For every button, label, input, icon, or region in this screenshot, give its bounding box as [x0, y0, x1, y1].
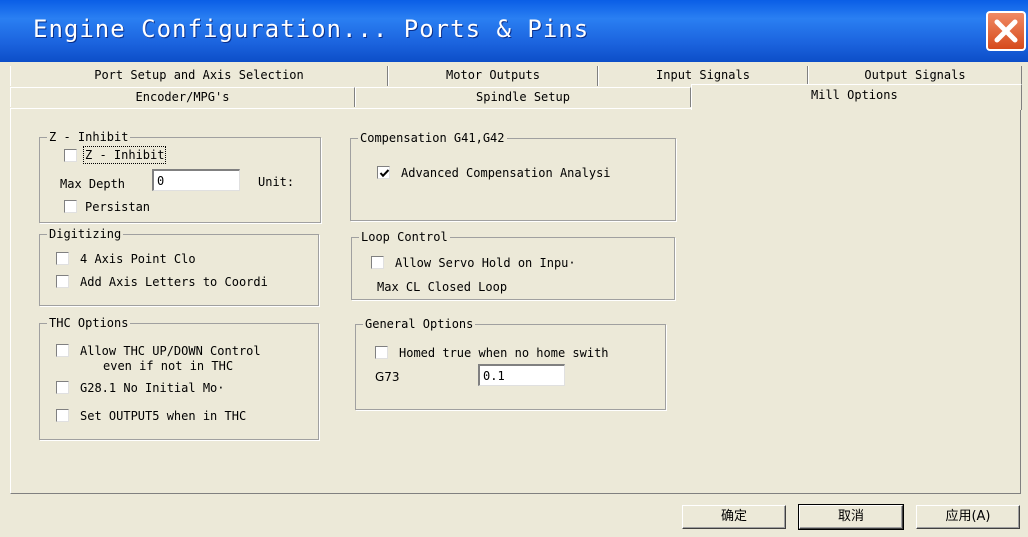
- tab-encoder-mpg[interactable]: Encoder/MPG's: [10, 87, 355, 107]
- persistent-label: Persistan: [85, 200, 151, 214]
- thc-options-group: THC Options Allow THC UP/DOWN Control ev…: [39, 316, 319, 440]
- window-title: Engine Configuration... Ports & Pins: [33, 15, 590, 43]
- tab-output-signals[interactable]: Output Signals: [808, 66, 1022, 86]
- set-output5-label: Set OUTPUT5 when in THC: [80, 409, 247, 423]
- allow-thc-updown-label: Allow THC UP/DOWN Control: [80, 344, 261, 358]
- set-output5-checkbox[interactable]: [56, 409, 69, 422]
- thc-options-legend: THC Options: [47, 316, 131, 330]
- persistent-checkbox[interactable]: [64, 200, 77, 213]
- homed-true-checkbox[interactable]: [375, 346, 388, 359]
- tab-motor-outputs[interactable]: Motor Outputs: [388, 66, 598, 86]
- z-inhibit-legend: Z - Inhibit: [47, 130, 131, 144]
- loop-control-legend: Loop Control: [359, 230, 450, 244]
- close-button[interactable]: [986, 11, 1026, 51]
- point-cloud-checkbox[interactable]: [56, 252, 69, 265]
- digitizing-legend: Digitizing: [47, 227, 124, 241]
- general-options-legend: General Options: [363, 317, 476, 331]
- allow-thc-updown-label-line2: even if not in THC: [103, 359, 234, 373]
- g28-no-initial-move-label: G28.1 No Initial Mo·: [80, 381, 225, 395]
- digitizing-group: Digitizing 4 Axis Point Clo Add Axis Let…: [39, 227, 319, 306]
- advanced-compensation-checkbox[interactable]: [377, 166, 390, 179]
- general-options-group: General Options Homed true when no home …: [355, 317, 666, 410]
- point-cloud-label: 4 Axis Point Clo: [80, 252, 196, 266]
- advanced-compensation-label: Advanced Compensation Analysi: [401, 166, 611, 180]
- g28-no-initial-move-checkbox[interactable]: [56, 381, 69, 394]
- homed-true-label: Homed true when no home swith: [399, 346, 609, 360]
- tab-input-signals[interactable]: Input Signals: [598, 66, 808, 86]
- max-depth-label: Max Depth: [60, 177, 126, 191]
- mill-options-panel: Z - Inhibit Z - Inhibit Max Depth 0 Unit…: [10, 108, 1021, 494]
- units-label: Unit:: [258, 175, 295, 189]
- g73-label: G73: [375, 370, 400, 384]
- servo-hold-label: Allow Servo Hold on Inpu·: [395, 256, 576, 270]
- close-icon: [994, 19, 1018, 43]
- compensation-legend: Compensation G41,G42: [358, 131, 507, 145]
- z-inhibit-label: Z - Inhibit: [82, 146, 167, 164]
- axis-letters-checkbox[interactable]: [56, 275, 69, 288]
- tab-mill-options[interactable]: Mill Options: [691, 84, 1022, 110]
- z-inhibit-checkbox[interactable]: [64, 149, 77, 162]
- loop-control-group: Loop Control Allow Servo Hold on Inpu· M…: [351, 230, 675, 300]
- title-bar: Engine Configuration... Ports & Pins: [0, 0, 1028, 62]
- max-cl-label: Max CL Closed Loop: [377, 280, 508, 294]
- z-inhibit-group: Z - Inhibit Z - Inhibit Max Depth 0 Unit…: [39, 130, 321, 223]
- ok-button[interactable]: 确定: [682, 505, 786, 529]
- cancel-button[interactable]: 取消: [798, 504, 904, 530]
- max-depth-input[interactable]: 0: [152, 169, 240, 191]
- checkmark-icon: [379, 169, 390, 178]
- allow-thc-updown-checkbox[interactable]: [56, 344, 69, 357]
- apply-button[interactable]: 应用(A): [916, 505, 1020, 529]
- axis-letters-label: Add Axis Letters to Coordi: [80, 275, 268, 289]
- tab-port-setup[interactable]: Port Setup and Axis Selection: [10, 66, 388, 86]
- servo-hold-checkbox[interactable]: [371, 256, 384, 269]
- compensation-group: Compensation G41,G42 Advanced Compensati…: [350, 131, 676, 221]
- g73-input[interactable]: 0.1: [478, 364, 565, 386]
- tab-spindle-setup[interactable]: Spindle Setup: [355, 87, 691, 107]
